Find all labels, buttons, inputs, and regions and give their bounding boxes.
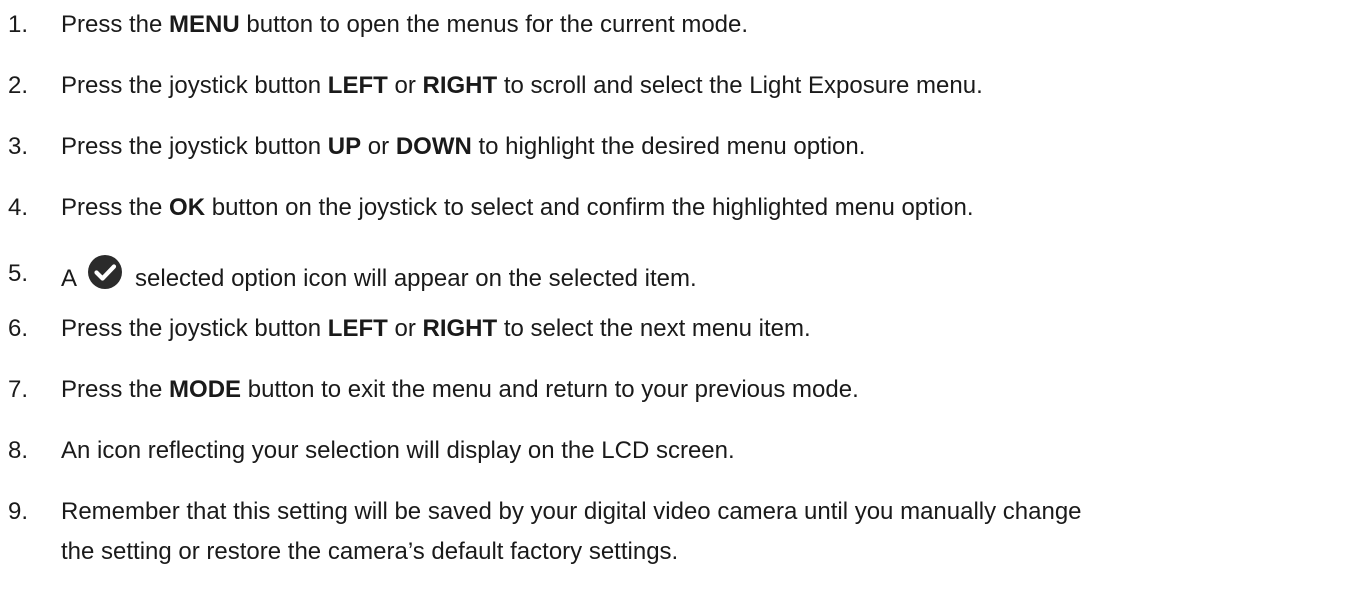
button-name-right: RIGHT (422, 315, 498, 342)
step-text-part: button to exit the menu and return to yo… (241, 376, 859, 403)
step-text-part: to select the next menu item. (497, 315, 811, 342)
button-name-down: DOWN (395, 133, 472, 160)
step-number: 2. (8, 72, 29, 99)
button-name-mode: MODE (169, 376, 242, 403)
step-number: 1. (8, 11, 29, 38)
step-number: 7. (8, 376, 29, 403)
step-text: Press the OK button on the joystick to s… (61, 188, 974, 228)
step-text: Press the joystick button LEFT or RIGHT … (61, 309, 811, 349)
step-text-part: or (361, 133, 396, 160)
step-text-part: Press the (61, 11, 170, 38)
step-text: Press the MENU button to open the menus … (61, 5, 748, 45)
button-name-ok: OK (169, 194, 206, 221)
check-circle-icon (87, 254, 123, 290)
step-text-part: to highlight the desired menu option. (471, 133, 866, 160)
step-text-line-1: Remember that this setting will be saved… (61, 498, 1082, 525)
step-text-part: or (387, 315, 423, 342)
step-number: 4. (8, 194, 29, 221)
step-text: Press the joystick button LEFT or RIGHT … (61, 66, 983, 106)
step-number: 8. (8, 437, 29, 464)
step-number: 5. (8, 260, 29, 287)
step-text: Press the MODE button to exit the menu a… (61, 370, 859, 410)
step-number: 3. (8, 133, 29, 160)
step-text: Aselected option icon will appear on the… (61, 254, 697, 299)
button-name-right: RIGHT (422, 72, 498, 99)
step-text-part: Press the (61, 376, 170, 403)
step-number: 6. (8, 315, 29, 342)
step-text-part: Press the joystick button (61, 315, 328, 342)
button-name-left: LEFT (327, 72, 388, 99)
step-text-part: button on the joystick to select and con… (205, 194, 974, 221)
step-text-part: or (387, 72, 423, 99)
step-text-part: A (61, 265, 78, 292)
step-text-part: Press the joystick button (61, 133, 328, 160)
button-name-left: LEFT (327, 315, 388, 342)
button-name-menu: MENU (169, 11, 240, 38)
step-text: Press the joystick button UP or DOWN to … (61, 127, 865, 167)
step-text-part: to scroll and select the Light Exposure … (497, 72, 983, 99)
step-text-part: Press the joystick button (61, 72, 328, 99)
step-text-part: Press the (61, 194, 170, 221)
step-text-part: selected option icon will appear on the … (135, 265, 697, 292)
step-number: 9. (8, 498, 29, 525)
step-text: An icon reflecting your selection will d… (61, 437, 735, 464)
step-text-part: button to open the menus for the current… (239, 11, 749, 38)
button-name-up: UP (327, 133, 362, 160)
step-text-line-2: the setting or restore the camera’s defa… (61, 538, 679, 565)
